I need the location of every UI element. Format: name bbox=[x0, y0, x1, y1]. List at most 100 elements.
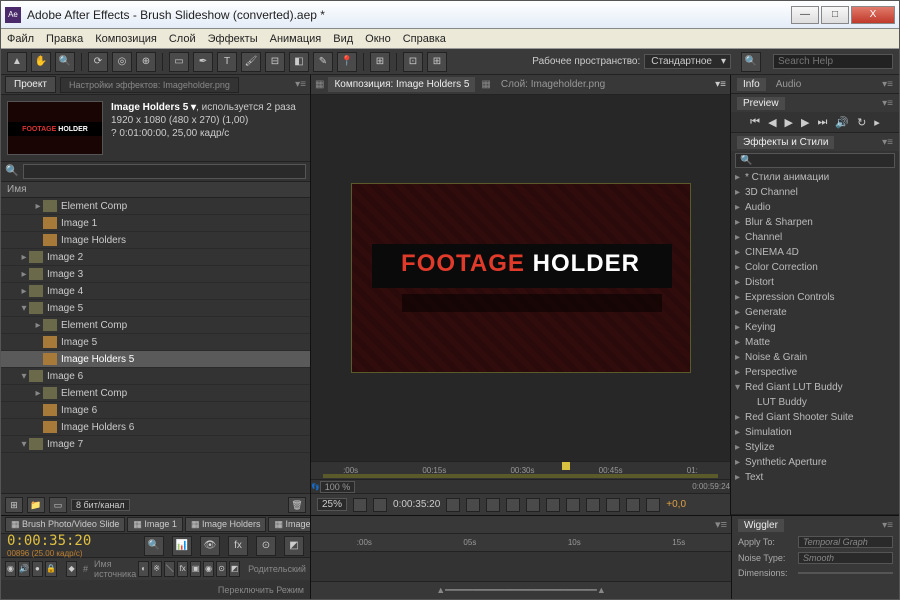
tab-layer[interactable]: Слой: Imageholder.png bbox=[495, 77, 611, 92]
tab-audio[interactable]: Audio bbox=[776, 79, 802, 90]
delete-icon[interactable]: 🗑 bbox=[288, 497, 306, 513]
effect-category[interactable]: ▸Blur & Sharpen bbox=[731, 215, 899, 230]
close-button[interactable]: X bbox=[851, 6, 895, 24]
res-icon[interactable] bbox=[486, 498, 500, 512]
effect-category[interactable]: ▸Perspective bbox=[731, 365, 899, 380]
effect-category[interactable]: ▾Red Giant LUT Buddy bbox=[731, 380, 899, 395]
first-frame-icon[interactable]: ⏮ bbox=[750, 116, 760, 129]
tl-sw2-icon[interactable]: ※ bbox=[151, 561, 162, 577]
tl-lock-switch-icon[interactable]: 🔒 bbox=[45, 561, 57, 577]
tl-audio-switch-icon[interactable]: 🔊 bbox=[18, 561, 30, 577]
effect-category[interactable]: ▸Matte bbox=[731, 335, 899, 350]
project-item[interactable]: ▾Image 7 bbox=[1, 436, 310, 453]
eraser-tool-icon[interactable]: ◧ bbox=[289, 52, 309, 72]
minimize-button[interactable]: — bbox=[791, 6, 819, 24]
snapshot-icon[interactable] bbox=[446, 498, 460, 512]
tl-switch-mode[interactable]: Переключить Режим bbox=[218, 585, 304, 595]
menu-layer[interactable]: Слой bbox=[169, 33, 196, 45]
tl-mb-icon[interactable]: ⊙ bbox=[256, 536, 276, 556]
mute-icon[interactable]: 🔊 bbox=[835, 116, 849, 129]
project-item[interactable]: Image 6 bbox=[1, 402, 310, 419]
project-item[interactable]: Image 1 bbox=[1, 215, 310, 232]
new-folder-icon[interactable]: 📁 bbox=[27, 497, 45, 513]
composition-viewer[interactable]: FOOTAGE HOLDER bbox=[311, 95, 730, 461]
snap2-icon[interactable]: ⊞ bbox=[427, 52, 447, 72]
effect-category[interactable]: ▸Simulation bbox=[731, 425, 899, 440]
comp-navigator[interactable]: 👣 100 % 0:00:59:24 bbox=[311, 479, 730, 493]
mask-icon[interactable] bbox=[373, 498, 387, 512]
tl-3d-icon[interactable]: ◩ bbox=[284, 536, 304, 556]
workspace-dropdown[interactable]: Стандартное bbox=[644, 54, 731, 69]
view-icon[interactable]: ▦ bbox=[315, 79, 324, 90]
timeline-ruler[interactable]: :00s05s10s15s bbox=[311, 534, 731, 552]
text-tool-icon[interactable]: T bbox=[217, 52, 237, 72]
comp-timecode[interactable]: 0:00:35:20 bbox=[393, 499, 440, 510]
timeline-tab[interactable]: ▦ Image 1 bbox=[127, 517, 183, 532]
exposure-value[interactable]: +0,0 bbox=[666, 499, 686, 510]
panel-menu-icon[interactable]: ▾≡ bbox=[295, 79, 306, 90]
effect-category[interactable]: ▸Expression Controls bbox=[731, 290, 899, 305]
tab-preview[interactable]: Preview bbox=[737, 97, 785, 110]
menu-file[interactable]: Файл bbox=[7, 33, 34, 45]
roi-icon[interactable] bbox=[506, 498, 520, 512]
menu-help[interactable]: Справка bbox=[403, 33, 446, 45]
effect-category[interactable]: ▸Channel bbox=[731, 230, 899, 245]
timeline-zoom-slider[interactable]: ▲━━━━━━━━━━━━━━━━━━━━━━━━━━━━▲ bbox=[311, 581, 731, 599]
tl-solo-switch-icon[interactable]: ● bbox=[32, 561, 43, 577]
effect-category[interactable]: ▸Stylize bbox=[731, 440, 899, 455]
comp-mini-timeline[interactable]: :00s00:15s00:30s00:45s01: bbox=[311, 461, 730, 479]
interpret-footage-icon[interactable]: ⊞ bbox=[5, 497, 23, 513]
project-column-name[interactable]: Имя bbox=[1, 182, 310, 198]
brush-tool-icon[interactable]: 🖌 bbox=[241, 52, 261, 72]
wiggler-apply-dropdown[interactable]: Temporal Graph bbox=[798, 536, 893, 548]
tl-col-source[interactable]: Имя источника bbox=[94, 559, 136, 579]
menu-view[interactable]: Вид bbox=[333, 33, 353, 45]
project-item[interactable]: ▸Element Comp bbox=[1, 198, 310, 215]
tl-search-icon[interactable]: 🔍 bbox=[144, 536, 164, 556]
tab-info[interactable]: Info bbox=[737, 78, 766, 91]
effect-category[interactable]: ▸Red Giant Shooter Suite bbox=[731, 410, 899, 425]
transparency-icon[interactable] bbox=[526, 498, 540, 512]
effect-category[interactable]: ▸* Стили анимации bbox=[731, 170, 899, 185]
menu-animation[interactable]: Анимация bbox=[270, 33, 322, 45]
search-help-input[interactable] bbox=[773, 54, 893, 69]
timeline-icon[interactable] bbox=[626, 498, 640, 512]
menu-composition[interactable]: Композиция bbox=[95, 33, 157, 45]
project-item[interactable]: ▸Image 4 bbox=[1, 283, 310, 300]
effects-search-input[interactable] bbox=[735, 153, 895, 168]
preview-menu-icon[interactable]: ▾≡ bbox=[882, 98, 893, 109]
project-item[interactable]: ▸Element Comp bbox=[1, 385, 310, 402]
tl-sw8-icon[interactable]: ◩ bbox=[229, 561, 240, 577]
fast-preview-icon[interactable] bbox=[606, 498, 620, 512]
timeline-tracks[interactable] bbox=[311, 552, 731, 581]
project-item[interactable]: Image Holders 6 bbox=[1, 419, 310, 436]
selection-tool-icon[interactable]: ▲ bbox=[7, 52, 27, 72]
grid-icon[interactable] bbox=[353, 498, 367, 512]
project-item[interactable]: ▾Image 5 bbox=[1, 300, 310, 317]
tl-sw7-icon[interactable]: ⊙ bbox=[216, 561, 227, 577]
camera-tool-icon[interactable]: ◎ bbox=[112, 52, 132, 72]
effect-category[interactable]: LUT Buddy bbox=[731, 395, 899, 410]
view-layout-icon[interactable] bbox=[566, 498, 580, 512]
last-frame-icon[interactable]: ⏭ bbox=[817, 116, 827, 129]
pixel-aspect-icon[interactable] bbox=[586, 498, 600, 512]
loop-icon[interactable]: ↻ bbox=[857, 116, 866, 129]
maximize-button[interactable]: □ bbox=[821, 6, 849, 24]
menu-edit[interactable]: Правка bbox=[46, 33, 83, 45]
effect-category[interactable]: ▸Color Correction bbox=[731, 260, 899, 275]
effect-category[interactable]: ▸Synthetic Aperture bbox=[731, 455, 899, 470]
tab-wiggler[interactable]: Wiggler bbox=[738, 519, 784, 532]
wiggler-noise-dropdown[interactable]: Smooth bbox=[798, 552, 893, 564]
effect-category[interactable]: ▸Text bbox=[731, 470, 899, 485]
effect-category[interactable]: ▸Distort bbox=[731, 275, 899, 290]
project-search-input[interactable] bbox=[23, 164, 306, 179]
project-item[interactable]: Image Holders bbox=[1, 232, 310, 249]
timeline-tab[interactable]: ▦ Image Holders bbox=[185, 517, 267, 532]
zoom-tool-icon[interactable]: 🔍 bbox=[55, 52, 75, 72]
project-item[interactable]: Image Holders 5 bbox=[1, 351, 310, 368]
effects-list[interactable]: ▸* Стили анимации▸3D Channel▸Audio▸Blur … bbox=[731, 170, 899, 514]
effect-category[interactable]: ▸Audio bbox=[731, 200, 899, 215]
tl-graph-icon[interactable]: 📊 bbox=[172, 536, 192, 556]
rotate-tool-icon[interactable]: ⟳ bbox=[88, 52, 108, 72]
new-comp-icon[interactable]: ▭ bbox=[49, 497, 67, 513]
